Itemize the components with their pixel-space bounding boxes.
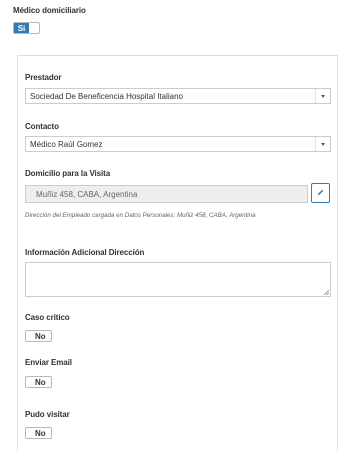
caso-critico-label: Caso crítico bbox=[25, 313, 70, 322]
medico-domiciliario-toggle[interactable]: Si bbox=[13, 22, 40, 34]
enviar-email-toggle[interactable]: No bbox=[25, 376, 52, 388]
pudo-visitar-toggle[interactable]: No bbox=[25, 427, 52, 439]
prestador-select[interactable]: Sociedad De Beneficencia Hospital Italia… bbox=[25, 88, 331, 104]
domicilio-helper-text: Dirección del Empleado cargada en Datos … bbox=[25, 212, 256, 219]
prestador-value: Sociedad De Beneficencia Hospital Italia… bbox=[30, 91, 183, 101]
enviar-email-label: Enviar Email bbox=[25, 358, 72, 367]
domicilio-value: Muñiz 458, CABA, Argentina bbox=[36, 189, 138, 199]
toggle-off-label: No bbox=[35, 377, 46, 387]
contacto-select[interactable]: Médico Raúl Gomez bbox=[25, 136, 331, 152]
resize-grip-icon[interactable] bbox=[323, 289, 329, 295]
caret-down-icon bbox=[315, 89, 330, 103]
contacto-value: Médico Raúl Gomez bbox=[30, 139, 103, 149]
domicilio-label: Domicilio para la Visita bbox=[25, 169, 111, 178]
info-adicional-label: Información Adicional Dirección bbox=[25, 248, 145, 257]
info-adicional-textarea[interactable] bbox=[25, 262, 331, 297]
edit-address-button[interactable] bbox=[311, 183, 330, 203]
contacto-label: Contacto bbox=[25, 122, 59, 131]
caret-down-icon bbox=[315, 137, 330, 151]
pencil-icon bbox=[316, 188, 325, 199]
medico-domiciliario-label: Médico domiciliario bbox=[13, 6, 86, 15]
toggle-off-label: No bbox=[35, 428, 46, 438]
prestador-label: Prestador bbox=[25, 73, 62, 82]
domicilio-input[interactable]: Muñiz 458, CABA, Argentina bbox=[25, 185, 308, 203]
toggle-on-label: Si bbox=[14, 23, 29, 33]
toggle-off-label: No bbox=[35, 331, 46, 341]
caso-critico-toggle[interactable]: No bbox=[25, 330, 52, 342]
pudo-visitar-label: Pudo visitar bbox=[25, 410, 70, 419]
